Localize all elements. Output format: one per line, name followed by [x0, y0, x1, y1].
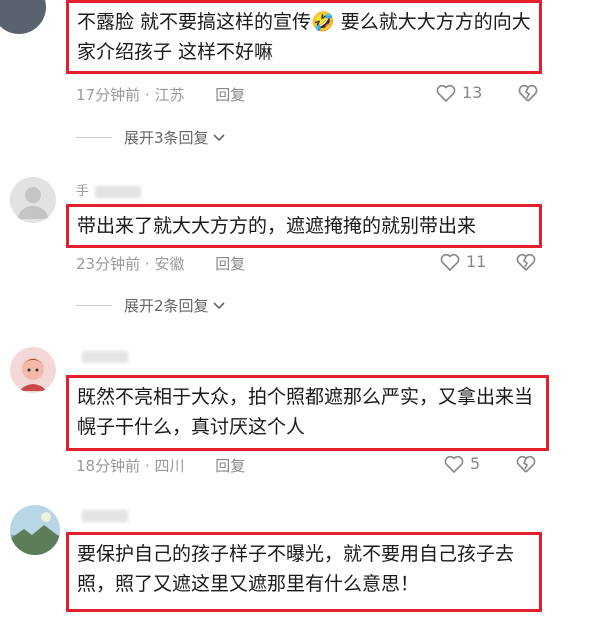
username[interactable]	[76, 508, 128, 523]
expand-replies-label: 展开3条回复	[124, 129, 209, 147]
comment-text-highlight: 既然不亮相于大众，拍个照都遮那么严实，又拿出来当幌子干什么，真讨厌这个人	[66, 375, 549, 451]
comment-text: 既然不亮相于大众，拍个照都遮那么严实，又拿出来当幌子干什么，真讨厌这个人	[77, 386, 534, 438]
comment-text: 带出来了就大大方方的，遮遮掩掩的就别带出来	[77, 215, 477, 237]
blurred-name	[82, 350, 128, 363]
broken-heart-icon	[516, 253, 536, 271]
blurred-name	[82, 509, 128, 522]
heart-icon	[436, 84, 456, 102]
comment-time: 17分钟前	[76, 86, 141, 104]
like-button[interactable]: 5	[444, 454, 480, 473]
comment-meta: 18分钟前 · 四川 回复	[76, 457, 246, 475]
heart-icon	[444, 455, 464, 473]
like-button[interactable]: 11	[440, 252, 486, 271]
comment-text-highlight: 不露脸 就不要搞这样的宣传🤣 要么就大大方方的向大家介绍孩子 这样不好嘛	[66, 0, 542, 74]
like-count: 5	[470, 454, 481, 473]
reply-button[interactable]: 回复	[215, 86, 245, 104]
username[interactable]	[76, 349, 128, 364]
broken-heart-icon	[516, 455, 536, 473]
like-count: 13	[462, 83, 483, 102]
heart-icon	[440, 253, 460, 271]
comment-location: 江苏	[154, 86, 185, 104]
like-count: 11	[466, 252, 487, 271]
dislike-button[interactable]	[516, 455, 536, 473]
comment-text: 要保护自己的孩子样子不曝光，就不要用自己孩子去照，照了又遮这里又遮那里有什么意思…	[77, 543, 515, 595]
avatar[interactable]	[10, 505, 60, 555]
dislike-button[interactable]	[518, 84, 538, 102]
comment-time: 18分钟前	[76, 457, 141, 475]
expand-replies[interactable]: 展开3条回复	[76, 127, 225, 148]
like-button[interactable]: 13	[436, 83, 482, 102]
divider	[76, 137, 112, 138]
avatar[interactable]	[10, 347, 56, 393]
comment-meta: 23分钟前 · 安徽 回复	[76, 255, 246, 273]
chevron-down-icon	[212, 301, 225, 310]
divider	[76, 305, 112, 306]
avatar[interactable]	[10, 177, 56, 223]
comment-text-highlight: 带出来了就大大方方的，遮遮掩掩的就别带出来	[66, 204, 542, 248]
dislike-button[interactable]	[516, 253, 536, 271]
avatar[interactable]	[0, 0, 46, 34]
comment-time: 23分钟前	[76, 255, 141, 273]
comment-text-highlight: 要保护自己的孩子样子不曝光，就不要用自己孩子去照，照了又遮这里又遮那里有什么意思…	[66, 532, 542, 612]
expand-replies-label: 展开2条回复	[124, 297, 209, 315]
cartoon-avatar-icon	[19, 358, 47, 391]
broken-heart-icon	[518, 84, 538, 102]
default-avatar-icon	[18, 187, 48, 219]
expand-replies[interactable]: 展开2条回复	[76, 295, 225, 316]
blurred-name	[95, 185, 142, 198]
comment-meta: 17分钟前 · 江苏 回复	[76, 86, 246, 104]
comment-location: 安徽	[154, 255, 185, 273]
chevron-down-icon	[212, 133, 225, 142]
reply-button[interactable]: 回复	[215, 255, 245, 273]
username[interactable]: 手	[76, 180, 142, 199]
landscape-avatar-icon	[10, 512, 60, 555]
comment-text: 不露脸 就不要搞这样的宣传🤣 要么就大大方方的向大家介绍孩子 这样不好嘛	[77, 11, 531, 63]
comment-location: 四川	[154, 457, 185, 475]
reply-button[interactable]: 回复	[215, 457, 245, 475]
